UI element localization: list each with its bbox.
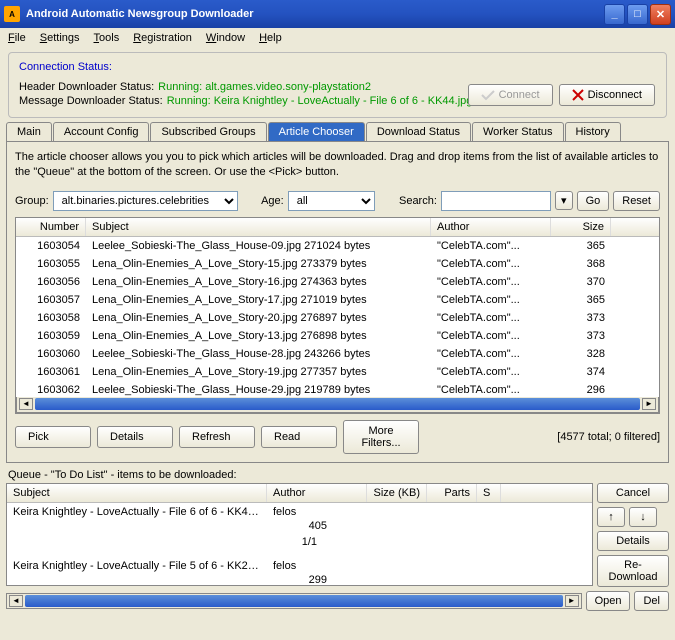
table-row[interactable]: 1603060Leelee_Sobieski-The_Glass_House-2… [16, 345, 659, 363]
connection-status-title: Connection Status: [19, 61, 656, 73]
menubar: File Settings Tools Registration Window … [0, 28, 675, 48]
table-row[interactable]: 1603054Leelee_Sobieski-The_Glass_House-0… [16, 237, 659, 255]
table-row[interactable]: 1603061Lena_Olin-Enemies_A_Love_Story-19… [16, 363, 659, 381]
header-downloader-value: Running: alt.games.video.sony-playstatio… [158, 81, 371, 93]
move-up-button[interactable]: ↑ [597, 507, 625, 527]
reset-button[interactable]: Reset [613, 191, 660, 211]
col-number[interactable]: Number [16, 218, 86, 236]
tab-history[interactable]: History [565, 122, 621, 141]
table-row[interactable]: 1603057Lena_Olin-Enemies_A_Love_Story-17… [16, 291, 659, 309]
menu-window[interactable]: Window [206, 32, 245, 44]
age-label: Age: [261, 195, 284, 207]
titlebar: A Android Automatic Newsgroup Downloader… [0, 0, 675, 28]
col-subject[interactable]: Subject [86, 218, 431, 236]
x-icon [572, 89, 584, 101]
menu-registration[interactable]: Registration [133, 32, 192, 44]
scroll-right-icon[interactable]: ► [565, 595, 579, 607]
check-icon [481, 89, 495, 101]
menu-tools[interactable]: Tools [94, 32, 120, 44]
scroll-left-icon[interactable]: ◄ [19, 398, 33, 410]
del-button[interactable]: Del [634, 591, 669, 611]
read-button[interactable]: Read [261, 426, 337, 448]
qcol-s[interactable]: S [477, 484, 501, 502]
message-downloader-value: Running: Keira Knightley - LoveActually … [167, 95, 473, 107]
article-chooser-panel: The article chooser allows you you to pi… [6, 142, 669, 463]
tab-worker-status[interactable]: Worker Status [472, 122, 564, 141]
qcol-parts[interactable]: Parts [427, 484, 477, 502]
queue-table: Subject Author Size (KB) Parts S Keira K… [6, 483, 593, 586]
move-down-button[interactable]: ↓ [629, 507, 657, 527]
col-size[interactable]: Size [551, 218, 611, 236]
table-row[interactable]: 1603059Lena_Olin-Enemies_A_Love_Story-13… [16, 327, 659, 345]
search-input[interactable] [441, 191, 551, 211]
disconnect-button[interactable]: Disconnect [559, 84, 655, 106]
list-item[interactable]: Keira Knightley - LoveActually - File 5 … [7, 557, 592, 585]
age-combo[interactable]: all [288, 191, 376, 211]
window-title: Android Automatic Newsgroup Downloader [26, 8, 604, 20]
qcol-author[interactable]: Author [267, 484, 367, 502]
header-downloader-label: Header Downloader Status: [19, 81, 154, 93]
more-filters--button[interactable]: More Filters... [343, 420, 419, 454]
qcol-subject[interactable]: Subject [7, 484, 267, 502]
close-button[interactable]: ✕ [650, 4, 671, 25]
col-author[interactable]: Author [431, 218, 551, 236]
table-row[interactable]: 1603062Leelee_Sobieski-The_Glass_House-2… [16, 381, 659, 397]
queue-title: Queue - "To Do List" - items to be downl… [8, 469, 667, 481]
refresh-button[interactable]: Refresh [179, 426, 255, 448]
pick-button[interactable]: Pick [15, 426, 91, 448]
maximize-button[interactable]: □ [627, 4, 648, 25]
help-text: The article chooser allows you you to pi… [15, 150, 660, 181]
menu-settings[interactable]: Settings [40, 32, 80, 44]
table-row[interactable]: 1603055Lena_Olin-Enemies_A_Love_Story-15… [16, 255, 659, 273]
app-icon: A [4, 6, 20, 22]
total-filtered-text: [4577 total; 0 filtered] [557, 431, 660, 443]
tab-account-config[interactable]: Account Config [53, 122, 150, 141]
articles-hscrollbar[interactable]: ◄ ► [16, 397, 659, 413]
group-label: Group: [15, 195, 49, 207]
scroll-right-icon[interactable]: ► [642, 398, 656, 410]
group-combo[interactable]: alt.binaries.pictures.celebrities [53, 191, 238, 211]
tab-article-chooser[interactable]: Article Chooser [268, 122, 365, 141]
tab-download-status[interactable]: Download Status [366, 122, 471, 141]
tab-subscribed-groups[interactable]: Subscribed Groups [150, 122, 266, 141]
minimize-button[interactable]: _ [604, 4, 625, 25]
tab-main[interactable]: Main [6, 122, 52, 141]
tabs: MainAccount ConfigSubscribed GroupsArtic… [6, 122, 669, 142]
articles-table: Number Subject Author Size 1603054Leelee… [15, 217, 660, 414]
go-button[interactable]: Go [577, 191, 610, 211]
table-row[interactable]: 1603056Lena_Olin-Enemies_A_Love_Story-16… [16, 273, 659, 291]
scroll-left-icon[interactable]: ◄ [9, 595, 23, 607]
connect-button[interactable]: Connect [468, 84, 553, 106]
qcol-size[interactable]: Size (KB) [367, 484, 427, 502]
cancel-button[interactable]: Cancel [597, 483, 669, 503]
message-downloader-label: Message Downloader Status: [19, 95, 163, 107]
menu-help[interactable]: Help [259, 32, 282, 44]
details-button[interactable]: Details [97, 426, 173, 448]
queue-details-button[interactable]: Details [597, 531, 669, 551]
list-item[interactable]: Keira Knightley - LoveActually - File 6 … [7, 503, 592, 557]
menu-file[interactable]: File [8, 32, 26, 44]
search-dropdown-button[interactable]: ▾ [555, 191, 573, 210]
open-button[interactable]: Open [586, 591, 631, 611]
table-row[interactable]: 1603058Lena_Olin-Enemies_A_Love_Story-20… [16, 309, 659, 327]
queue-hscrollbar[interactable]: ◄ ► [6, 593, 582, 609]
redownload-button[interactable]: Re-Download [597, 555, 669, 587]
search-label: Search: [399, 195, 437, 207]
